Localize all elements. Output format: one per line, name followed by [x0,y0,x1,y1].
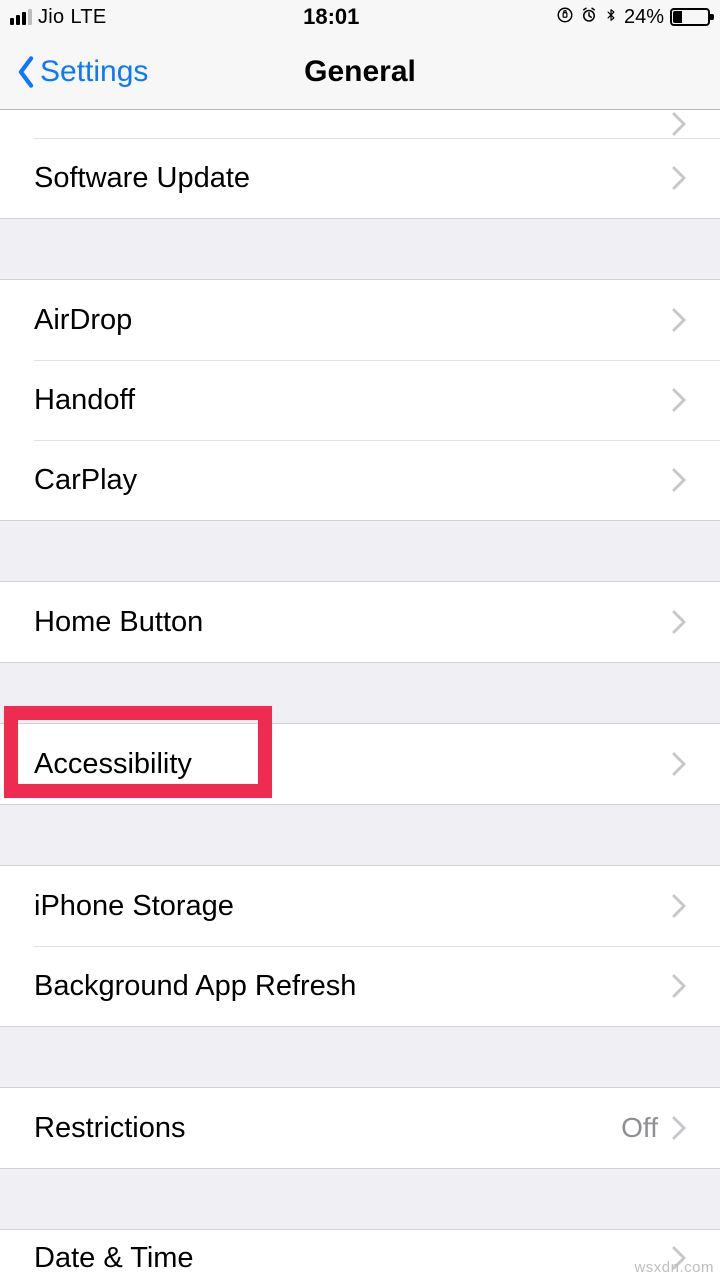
back-label: Settings [40,55,148,89]
row-airdrop[interactable]: AirDrop [0,280,720,360]
watermark: wsxdn.com [634,1259,714,1276]
group-gap [0,663,720,723]
row-software-update[interactable]: Software Update [0,138,720,218]
group-software: Software Update [0,110,720,219]
chevron-right-icon [672,610,686,634]
nav-bar: Settings General [0,34,720,110]
chevron-left-icon [14,55,38,89]
group-restrictions: Restrictions Off [0,1087,720,1169]
row-home-button[interactable]: Home Button [0,582,720,662]
chevron-right-icon [672,894,686,918]
group-gap [0,1169,720,1229]
row-label: iPhone Storage [34,890,672,923]
status-bar: Jio LTE 18:01 24% [0,0,720,34]
chevron-right-icon [672,974,686,998]
chevron-right-icon [672,388,686,412]
row-label: Software Update [34,162,672,195]
group-accessibility: Accessibility [0,723,720,805]
row-about[interactable] [0,110,720,138]
row-date-time[interactable]: Date & Time [0,1230,720,1280]
battery-icon [670,8,710,26]
chevron-right-icon [672,1116,686,1140]
battery-level [673,11,682,23]
carrier-label: Jio [38,6,64,29]
chevron-right-icon [672,166,686,190]
status-left: Jio LTE [10,6,107,29]
chevron-right-icon [672,112,686,136]
bluetooth-icon [604,4,618,30]
row-accessibility[interactable]: Accessibility [0,724,720,804]
row-label: Background App Refresh [34,970,672,1003]
row-iphone-storage[interactable]: iPhone Storage [0,866,720,946]
row-label: Date & Time [34,1242,672,1275]
chevron-right-icon [672,308,686,332]
battery-percent: 24% [624,6,664,29]
alarm-icon [580,4,598,30]
row-label: AirDrop [34,304,672,337]
row-carplay[interactable]: CarPlay [0,440,720,520]
status-right: 24% [556,4,710,30]
row-background-app-refresh[interactable]: Background App Refresh [0,946,720,1026]
row-label: Home Button [34,606,672,639]
group-gap [0,805,720,865]
group-gap [0,219,720,279]
row-label: Restrictions [34,1112,621,1145]
group-connectivity: AirDrop Handoff CarPlay [0,279,720,521]
clock: 18:01 [303,4,359,30]
row-label: Accessibility [34,748,672,781]
group-gap [0,521,720,581]
row-restrictions[interactable]: Restrictions Off [0,1088,720,1168]
group-gap [0,1027,720,1087]
back-button[interactable]: Settings [0,55,148,89]
row-handoff[interactable]: Handoff [0,360,720,440]
row-label: CarPlay [34,464,672,497]
group-storage: iPhone Storage Background App Refresh [0,865,720,1027]
chevron-right-icon [672,752,686,776]
chevron-right-icon [672,468,686,492]
row-value: Off [621,1112,658,1144]
signal-icon [10,9,32,25]
network-label: LTE [70,6,106,29]
group-home-button: Home Button [0,581,720,663]
row-label: Handoff [34,384,672,417]
orientation-lock-icon [556,4,574,30]
group-date-time: Date & Time [0,1229,720,1280]
